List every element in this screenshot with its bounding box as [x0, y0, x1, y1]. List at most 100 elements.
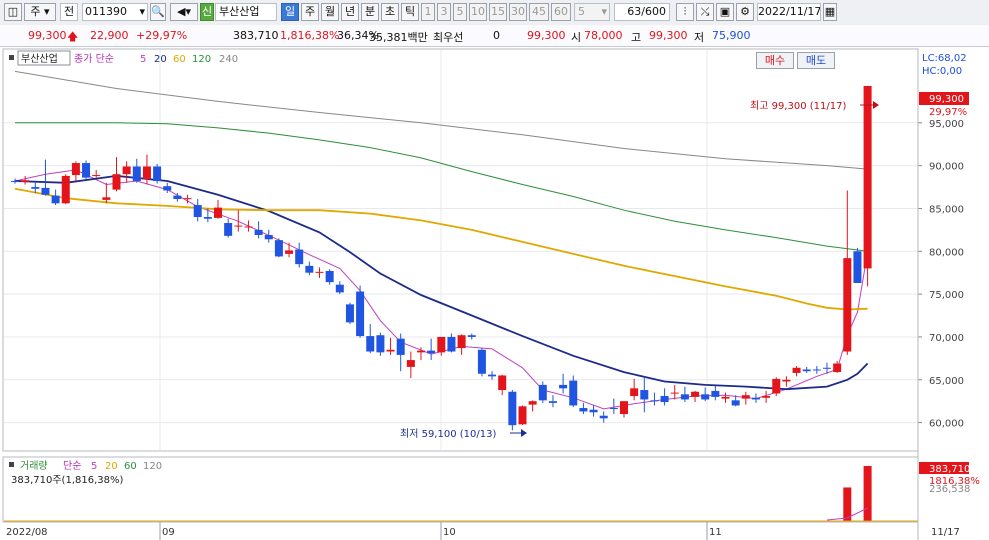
low-value: 75,900	[712, 29, 751, 42]
trend-line-icon[interactable]: ⤯	[696, 3, 714, 21]
candle-body	[589, 409, 598, 413]
candle-body	[132, 166, 141, 182]
candle-body	[477, 349, 486, 374]
candle-body	[843, 258, 852, 352]
candle-body	[711, 390, 720, 397]
interval-30-button[interactable]: 30	[509, 3, 527, 21]
low-annotation: 최저 59,100 (10/13)	[400, 428, 496, 440]
preferred-value: 0	[493, 29, 500, 42]
period-year-button[interactable]: 년	[341, 3, 359, 21]
candle-body	[203, 217, 212, 219]
candle-body	[295, 249, 304, 265]
interval-5-button[interactable]: 5	[453, 3, 467, 21]
date-field[interactable]: 2022/11/17	[757, 3, 821, 21]
price-axis: 95,000 90,000 85,000 80,000 75,000 70,000 65,0…	[918, 119, 964, 430]
hc-readout: HC:0,00	[922, 66, 962, 77]
volume-panel-border	[2, 456, 919, 523]
candle-body	[680, 394, 689, 400]
candle-body	[437, 336, 446, 353]
candle-body	[620, 401, 628, 415]
calendar-icon[interactable]: ▦	[823, 3, 837, 21]
period-second-button[interactable]: 초	[381, 3, 399, 21]
interval-dropdown-icon: ▾	[601, 5, 607, 18]
y-tick-label: 65,000	[929, 376, 964, 387]
candle-body	[599, 415, 608, 419]
candle-body	[41, 187, 50, 195]
stock-code-value: 011390	[85, 5, 127, 18]
period-week-button[interactable]: 주	[301, 3, 319, 21]
search-icon[interactable]: 🔍	[150, 3, 166, 21]
candle-body	[792, 367, 801, 373]
volume-legend: 거래량 단순 5 20 60 120 383,710주(1,816,38%)	[9, 460, 162, 486]
period-minute-button[interactable]: 분	[361, 3, 379, 21]
y-tick-label: 75,000	[929, 290, 964, 301]
candle-body	[498, 375, 507, 391]
chart-menu-icon[interactable]: ◫	[4, 3, 22, 21]
candle-body	[183, 198, 192, 200]
lc-readout: LC:68,02	[922, 53, 967, 64]
candle-body	[812, 369, 821, 371]
jeon-button[interactable]: 전	[60, 3, 78, 21]
volume-bar	[863, 466, 872, 522]
volume-ma-60: 60	[124, 461, 137, 472]
stock-chart[interactable]: 95,000 90,000 85,000 80,000 75,000 70,000 65,0…	[0, 46, 989, 540]
candle-body	[244, 226, 253, 228]
candle-body	[264, 235, 273, 240]
stock-code-input[interactable]: 011390 ▾	[82, 3, 148, 21]
save-icon[interactable]: ▣	[716, 3, 734, 21]
new-listing-badge: 신	[200, 3, 214, 21]
candle-body	[31, 187, 40, 189]
preferred-label: 최우선	[433, 31, 464, 44]
x-label-10: 10	[443, 527, 456, 538]
candle-body	[741, 395, 750, 399]
period-day-button[interactable]: 일	[281, 3, 299, 21]
candle-body	[670, 392, 679, 394]
settings-gear-icon[interactable]: ⚙	[736, 3, 754, 21]
candle-body	[122, 166, 131, 175]
interval-45-button[interactable]: 45	[529, 3, 549, 21]
chart-toolbar: ◫ 주 ▾ 전 011390 ▾ 🔍 ◀▾ 신 부산산업 일 주 월 년 분 초 …	[0, 0, 989, 26]
candle-style-icon[interactable]: ⫶	[676, 3, 694, 21]
interval-3-button[interactable]: 3	[437, 3, 451, 21]
interval-60-button[interactable]: 60	[551, 3, 571, 21]
candle-body	[518, 406, 527, 425]
interval-input[interactable]: 5 ▾	[574, 3, 610, 21]
candle-body	[234, 225, 243, 227]
interval-10-button[interactable]: 10	[469, 3, 487, 21]
price-change-rate: +29,97%	[136, 29, 188, 42]
candle-body	[173, 195, 182, 200]
candle-body	[335, 284, 344, 293]
candle-body	[163, 186, 172, 191]
volume-title: 거래량	[20, 460, 48, 472]
candle-body	[772, 378, 781, 394]
y-tick-label: 90,000	[929, 162, 964, 173]
y-tick-label: 80,000	[929, 247, 964, 258]
candle-body	[112, 174, 121, 190]
period-tick-button[interactable]: 틱	[401, 3, 419, 21]
candle-body	[457, 335, 466, 349]
candle-body	[285, 250, 294, 254]
interval-1-button[interactable]: 1	[421, 3, 435, 21]
candle-body	[193, 205, 202, 218]
interval-value: 5	[578, 5, 585, 18]
candle-body	[751, 397, 760, 400]
sound-toggle-icon[interactable]: ◀▾	[170, 3, 198, 21]
low-label: 저	[694, 31, 705, 44]
legend-ma-240: 240	[219, 54, 238, 65]
legend-ma-title: 종가 단순	[74, 53, 114, 65]
candle-body	[51, 195, 60, 204]
last-price-value: 99,300	[929, 94, 964, 105]
x-label-2022-08: 2022/08	[6, 527, 48, 538]
candle-body	[762, 396, 771, 398]
interval-15-button[interactable]: 15	[489, 3, 507, 21]
candle-body	[853, 251, 862, 283]
candle-body	[396, 338, 405, 355]
volume-rate: 1,816,38%	[280, 29, 340, 42]
x-label-09: 09	[162, 527, 175, 538]
market-select[interactable]: 주 ▾	[24, 3, 56, 21]
candle-body	[61, 175, 70, 204]
data-count-field[interactable]: 63/600	[614, 3, 670, 21]
candle-body	[833, 363, 842, 373]
price-change: 22,900	[90, 29, 129, 42]
period-month-button[interactable]: 월	[321, 3, 339, 21]
